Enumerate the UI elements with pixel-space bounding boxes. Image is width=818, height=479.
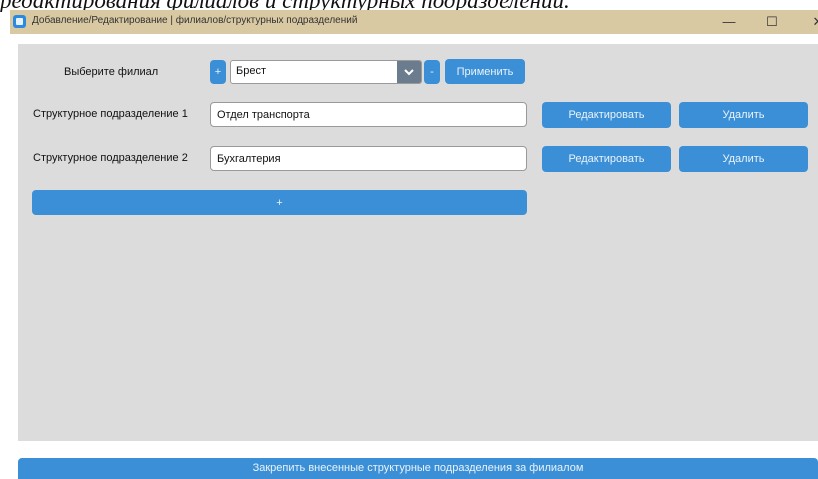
edit-department-2-button[interactable]: Редактировать [542,146,671,172]
window-titlebar[interactable]: Добавление/Редактирование | филиалов/стр… [10,10,818,34]
branch-select[interactable]: Брест [230,60,422,84]
departments-panel: Выберите филиал + Брест - Применить Стру… [18,44,818,441]
department-2-label: Структурное подразделение 2 [33,152,188,164]
edit-department-1-button[interactable]: Редактировать [542,102,671,128]
apply-branch-button[interactable]: Применить [445,59,525,84]
commit-departments-button[interactable]: Закрепить внесенные структурные подразде… [18,458,818,479]
department-1-label: Структурное подразделение 1 [33,108,188,120]
delete-department-1-button[interactable]: Удалить [679,102,808,128]
add-branch-button[interactable]: + [210,60,226,84]
remove-branch-button[interactable]: - [424,60,440,84]
window-title: Добавление/Редактирование | филиалов/стр… [32,15,358,26]
window-body: Выберите филиал + Брест - Применить Стру… [10,34,818,479]
maximize-button[interactable]: ☐ [754,11,790,33]
branch-label: Выберите филиал [64,66,159,78]
minimize-button[interactable]: — [711,11,747,33]
chevron-down-icon[interactable] [397,61,421,83]
department-2-field[interactable]: Бухгалтерия [210,146,527,171]
branch-select-value: Брест [236,65,266,77]
app-icon [13,15,26,28]
add-department-button[interactable]: + [32,190,527,215]
department-1-field[interactable]: Отдел транспорта [210,102,527,127]
delete-department-2-button[interactable]: Удалить [679,146,808,172]
close-button[interactable]: ✕ [800,11,818,33]
